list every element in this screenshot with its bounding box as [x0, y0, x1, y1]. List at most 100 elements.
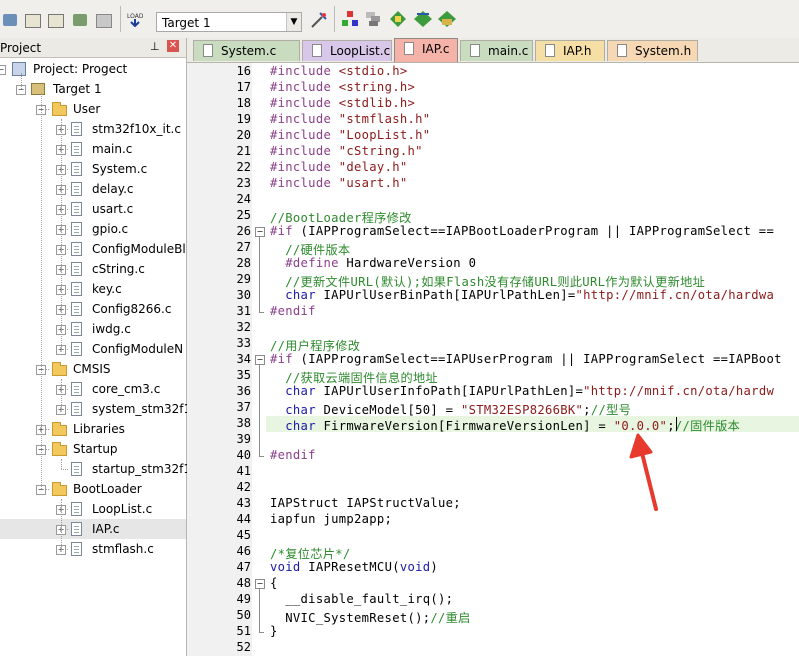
code-line[interactable]: IAPStruct IAPStructValue; — [270, 496, 461, 510]
line-number: 21 — [236, 144, 251, 158]
line-number: 51 — [236, 624, 251, 638]
target-options-icon[interactable] — [310, 11, 328, 29]
line-number: 39 — [236, 432, 251, 446]
tree-file[interactable]: + core_cm3.c — [0, 379, 186, 399]
tree-file-label: gpio.c — [92, 222, 129, 236]
pin-icon[interactable]: ⊥ — [150, 40, 160, 53]
tree-file-label: ConfigModuleBl — [92, 242, 186, 256]
tree-file[interactable]: + ConfigModuleN — [0, 339, 186, 359]
tree-root[interactable]: − Project: Progect — [0, 59, 186, 79]
download-icon[interactable]: LOAD — [127, 11, 144, 28]
tree-file-label: Config8266.c — [92, 302, 172, 316]
file-extensions-icon[interactable] — [366, 11, 382, 27]
select-packs-icon[interactable] — [414, 11, 432, 27]
line-number: 27 — [236, 240, 251, 254]
tab-iap-c[interactable]: IAP.c — [394, 38, 458, 62]
rebuild-icon[interactable] — [48, 14, 64, 28]
collapse-icon[interactable]: − — [0, 65, 6, 75]
c-file-icon — [71, 182, 82, 196]
tree-file[interactable]: startup_stm32f10 — [0, 459, 199, 479]
line-number: 20 — [236, 128, 251, 142]
batch-build-icon[interactable] — [73, 14, 87, 26]
code-line[interactable]: char IAPUrlUserBinPath[IAPUrlPathLen]="h… — [270, 288, 774, 302]
fold-collapse-icon[interactable]: − — [255, 355, 265, 365]
code-line[interactable]: #include "stmflash.h" — [270, 112, 430, 126]
tree-file-label: cString.c — [92, 262, 145, 276]
c-file-icon — [71, 462, 82, 476]
line-number: 28 — [236, 256, 251, 270]
tree-file[interactable]: + stmflash.c — [0, 539, 186, 559]
tab-looplist-c[interactable]: LoopList.c — [302, 40, 392, 61]
code-line[interactable]: #endif — [270, 304, 316, 318]
tree-file-label: startup_stm32f10 — [92, 462, 199, 476]
code-line[interactable]: __disable_fault_irq(); — [270, 592, 453, 606]
tree-file[interactable]: + System.c — [0, 159, 186, 179]
tree-file[interactable]: + ConfigModuleBl — [0, 239, 186, 259]
file-icon — [617, 44, 627, 57]
pack-installer-icon[interactable] — [390, 11, 406, 27]
code-line[interactable]: iapfun jump2app; — [270, 512, 392, 526]
stop-build-icon[interactable] — [96, 14, 112, 28]
tree-group-startup[interactable]: − Startup — [0, 439, 186, 459]
tree-file[interactable]: + Config8266.c — [0, 299, 186, 319]
code-line[interactable]: void IAPResetMCU(void) — [270, 560, 438, 574]
tree-file[interactable]: + key.c — [0, 279, 186, 299]
tree-group-cmsis[interactable]: − CMSIS — [0, 359, 186, 379]
code-line[interactable]: { — [270, 576, 278, 590]
code-line[interactable]: } — [270, 624, 278, 638]
tree-file[interactable]: + IAP.c — [0, 519, 186, 539]
tree-group-bootloader[interactable]: − BootLoader — [0, 479, 186, 499]
tree-guide — [41, 93, 42, 489]
tree-group-user[interactable]: − User — [0, 99, 186, 119]
code-line[interactable]: #if (IAPProgramSelect==IAPBootLoaderProg… — [270, 224, 774, 238]
tab-system-h[interactable]: System.h — [607, 40, 698, 61]
code-line[interactable]: char FirmwareVersion[FirmwareVersionLen]… — [270, 416, 740, 434]
close-icon[interactable]: ✕ — [167, 40, 179, 52]
tab-label: System.h — [635, 44, 692, 58]
tab-label: IAP.c — [422, 42, 450, 56]
tree-file[interactable]: + stm32f10x_it.c — [0, 119, 186, 139]
translate-icon[interactable] — [3, 14, 17, 26]
chevron-down-icon[interactable]: ▼ — [286, 13, 301, 31]
fold-collapse-icon[interactable]: − — [255, 227, 265, 237]
tab-system-c[interactable]: System.c — [193, 40, 300, 61]
code-line[interactable]: #include <stdlib.h> — [270, 96, 415, 110]
target-select[interactable]: Target 1 ▼ — [156, 12, 302, 32]
code-line[interactable]: #if (IAPProgramSelect==IAPUserProgram ||… — [270, 352, 782, 366]
project-icon — [12, 62, 26, 76]
toolbar: LOAD Target 1 ▼ — [0, 0, 799, 39]
code-line[interactable]: #include "usart.h" — [270, 176, 407, 190]
tree-file[interactable]: + gpio.c — [0, 219, 186, 239]
code-line[interactable]: #include <string.h> — [270, 80, 415, 94]
tree-guide — [61, 169, 68, 170]
fold-collapse-icon[interactable]: − — [255, 579, 265, 589]
code-line[interactable]: NVIC_SystemReset();//重启 — [270, 608, 471, 626]
build-icon[interactable] — [25, 14, 41, 28]
tree-file[interactable]: + delay.c — [0, 179, 186, 199]
tree-group-libraries[interactable]: + Libraries — [0, 419, 186, 439]
code-line[interactable]: #include <stdio.h> — [270, 64, 407, 78]
line-number: 43 — [236, 496, 251, 510]
fold-end — [259, 632, 264, 633]
tree-file[interactable]: + LoopList.c — [0, 499, 186, 519]
tree-file[interactable]: + usart.c — [0, 199, 186, 219]
tree-file[interactable]: + main.c — [0, 139, 186, 159]
line-number: 37 — [236, 400, 251, 414]
tree-guide — [61, 189, 68, 190]
code-line[interactable]: char IAPUrlUserInfoPath[IAPUrlPathLen]="… — [270, 384, 774, 398]
manage-components-icon[interactable] — [342, 11, 358, 27]
code-line[interactable]: #include "cString.h" — [270, 144, 423, 158]
code-editor[interactable]: 16 17 18 19 20 21 22 23 24 25 26 27 28 29 30 31 32 33 34 35… — [187, 63, 799, 656]
code-line[interactable]: #include "delay.h" — [270, 160, 407, 174]
tree-guide — [61, 289, 68, 290]
tab-iap-h[interactable]: IAP.h — [535, 40, 605, 61]
tree-file[interactable]: + system_stm32f10 — [0, 399, 199, 419]
code-line[interactable]: #define HardwareVersion 0 — [270, 256, 476, 270]
code-line[interactable]: #endif — [270, 448, 316, 462]
code-line[interactable]: #include "LoopList.h" — [270, 128, 430, 142]
tree-file[interactable]: + iwdg.c — [0, 319, 186, 339]
tab-main-c[interactable]: main.c — [460, 40, 533, 61]
run-time-env-icon[interactable] — [438, 11, 456, 27]
tree-file[interactable]: + cString.c — [0, 259, 186, 279]
tree-target[interactable]: − Target 1 — [0, 79, 186, 99]
